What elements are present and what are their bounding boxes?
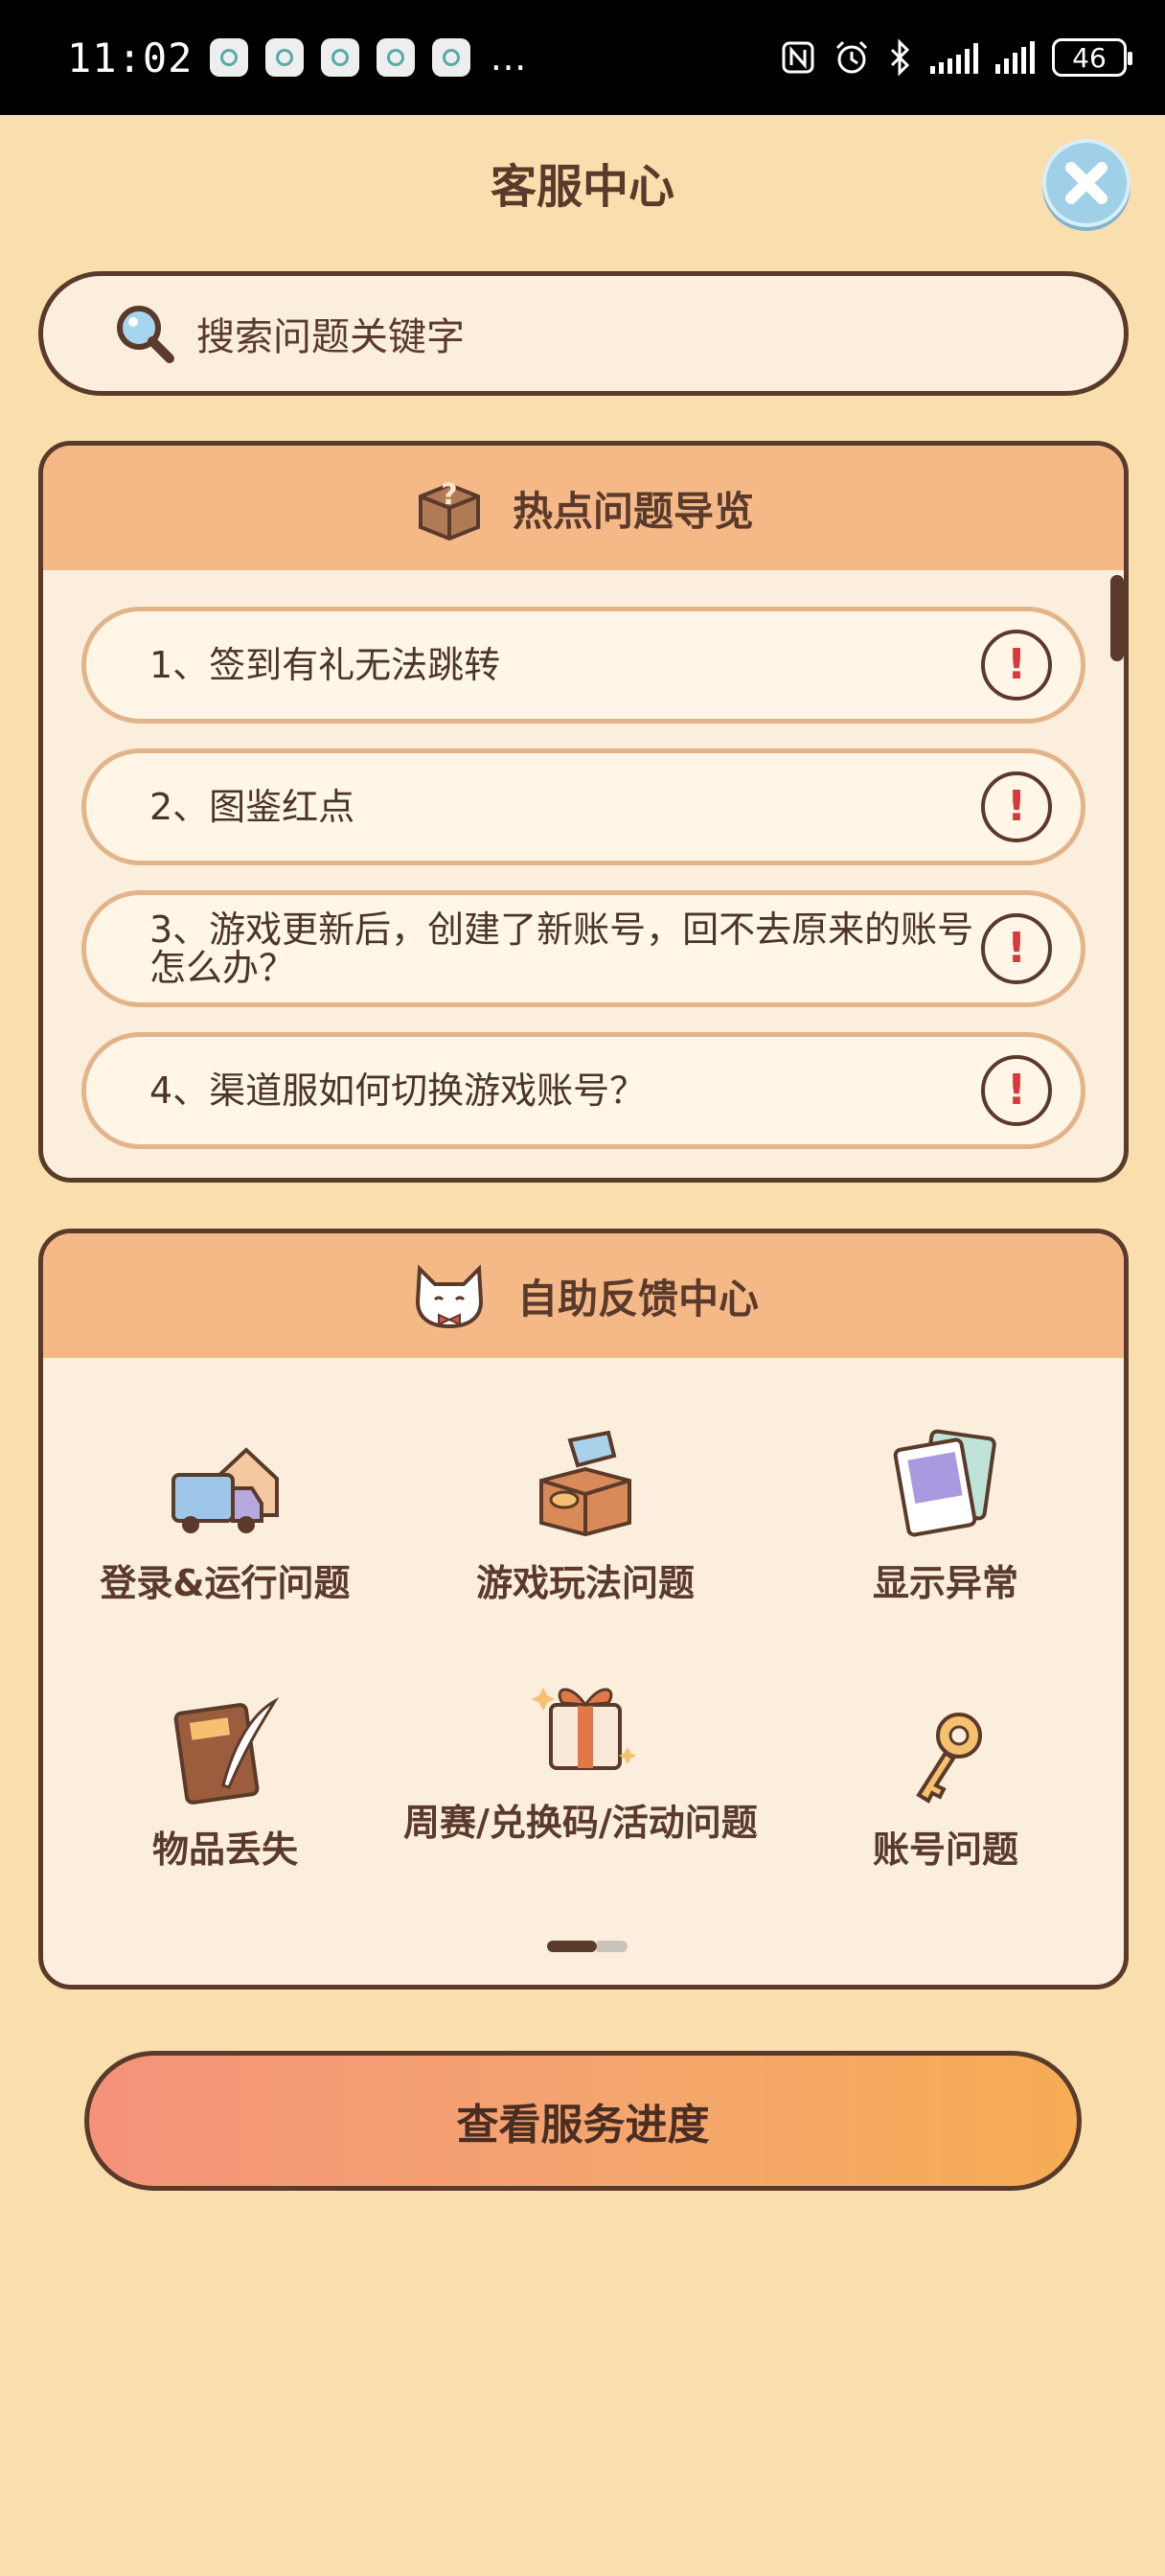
category-gameplay[interactable]: 游戏玩法问题 [403,1417,767,1607]
alert-icon: ! [981,630,1052,701]
alarm-icon [835,40,868,74]
category-events[interactable]: 周赛/兑换码/活动问题 [403,1657,767,1847]
box-tag-icon [403,1417,767,1542]
svg-text:?: ? [441,478,457,512]
battery-level: 46 [1072,41,1107,74]
nfc-icon [782,41,814,74]
view-progress-label: 查看服务进度 [456,2101,710,2150]
hot-questions-panel: ? 热点问题导览 1、签到有礼无法跳转 ! 2、图鉴红点 ! 3、游戏更新后，创… [38,441,1129,1183]
self-service-header: 自助反馈中心 [43,1233,1124,1358]
close-button[interactable] [1042,139,1131,227]
category-label: 周赛/兑换码/活动问题 [403,1802,758,1844]
hot-questions-header: ? 热点问题导览 [43,446,1124,570]
page-indicator [547,1941,628,1952]
faq-item[interactable]: 3、游戏更新后，创建了新账号，回不去原来的账号怎么办？ ! [81,890,1085,1007]
app-notification-icon [321,38,360,77]
search-icon [117,306,174,363]
category-grid: 登录&运行问题 游戏玩法问题 显示异常 物品丢失 周赛/兑换码/活动问题 账号问… [43,1358,1124,1981]
alert-icon: ! [981,913,1052,984]
signal-icon [995,41,1035,74]
faq-item[interactable]: 4、渠道服如何切换游戏账号？ ! [81,1032,1085,1149]
category-label: 显示异常 [872,1562,1018,1604]
faq-list: 1、签到有礼无法跳转 ! 2、图鉴红点 ! 3、游戏更新后，创建了新账号，回不去… [43,570,1124,1149]
hot-questions-title: 热点问题导览 [512,487,754,535]
photos-icon [764,1417,1124,1542]
self-service-title: 自助反馈中心 [516,1275,759,1322]
app-notification-icon [265,38,305,77]
faq-item[interactable]: 1、签到有礼无法跳转 ! [81,607,1085,724]
faq-text: 2、图鉴红点 [149,786,355,828]
close-icon [1065,162,1108,204]
app-notification-icon [432,38,471,77]
view-progress-button[interactable]: 查看服务进度 [84,2051,1082,2191]
key-icon [764,1684,1124,1808]
cat-icon [415,1264,483,1329]
search-input[interactable]: 搜索问题关键字 [38,271,1129,396]
app-notification-icon [377,38,416,77]
status-indicators: 46 [781,38,1132,77]
category-label: 账号问题 [872,1828,1018,1871]
book-quill-icon [43,1684,407,1808]
battery-icon: 46 [1052,38,1132,77]
app-notification-icon [210,38,249,77]
status-time: 11:02 [67,34,194,81]
faq-item[interactable]: 2、图鉴红点 ! [81,748,1085,865]
faq-text: 1、签到有礼无法跳转 [149,644,501,686]
page-title: 客服中心 [490,160,674,214]
scrollbar[interactable] [1110,575,1124,661]
bluetooth-icon [890,38,910,77]
category-login[interactable]: 登录&运行问题 [43,1417,407,1607]
alert-icon: ! [981,1055,1052,1126]
category-lost-items[interactable]: 物品丢失 [43,1684,407,1874]
faq-text: 4、渠道服如何切换游戏账号？ [149,1070,647,1112]
gift-icon [403,1657,767,1782]
more-notifications-icon: … [490,36,527,79]
category-label: 游戏玩法问题 [475,1562,695,1604]
category-display[interactable]: 显示异常 [764,1417,1124,1607]
signal-icon [930,41,978,74]
page-dot [597,1941,628,1952]
page-dot-active [547,1941,597,1952]
self-service-panel: 自助反馈中心 登录&运行问题 游戏玩法问题 显示异常 物品丢失 周赛/兑换码/活… [38,1229,1129,1990]
status-bar: 11:02 … 46 [0,0,1165,115]
category-label: 登录&运行问题 [100,1562,351,1604]
question-box-icon: ? [418,478,480,541]
category-account[interactable]: 账号问题 [764,1684,1124,1874]
notification-icons [210,38,471,77]
category-label: 物品丢失 [151,1828,298,1871]
faq-text: 3、游戏更新后，创建了新账号，回不去原来的账号怎么办？ [149,908,974,989]
search-placeholder: 搜索问题关键字 [196,315,465,359]
alert-icon: ! [981,771,1052,842]
truck-house-icon [43,1417,407,1542]
